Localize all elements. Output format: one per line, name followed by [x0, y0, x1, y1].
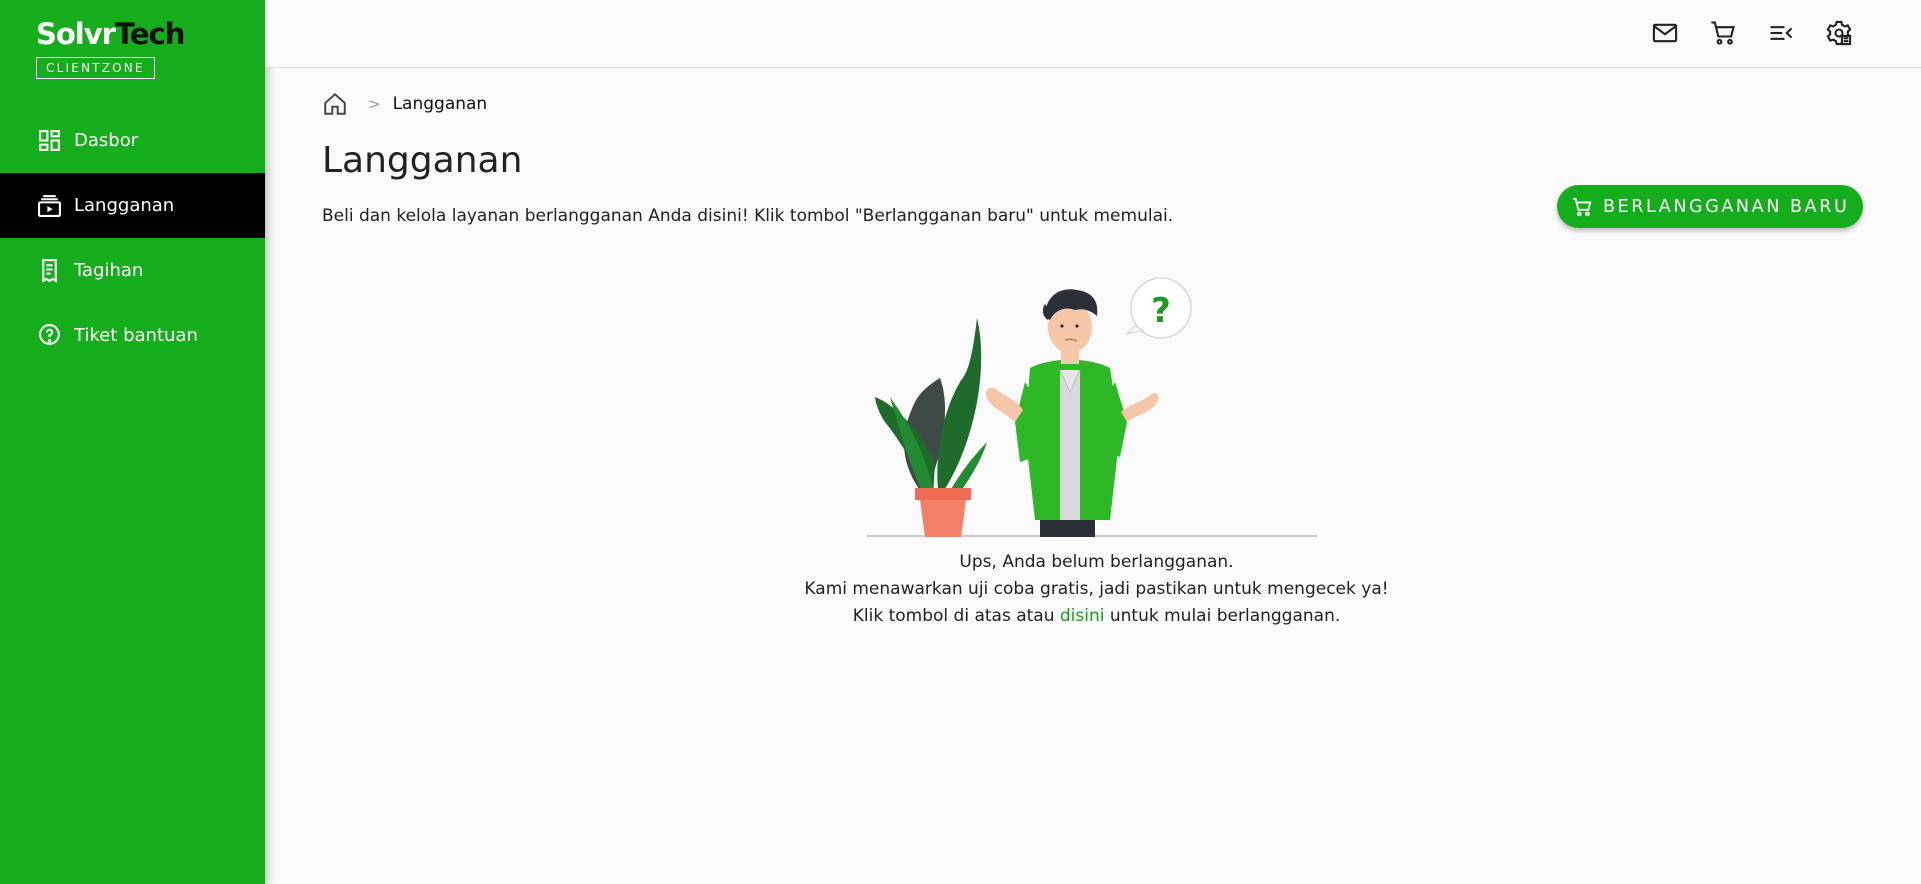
page-description: Beli dan kelola layanan berlangganan And… [322, 206, 1174, 226]
sidebar-nav: Dasbor Langganan Tagihan Tiket bantuan [0, 108, 265, 368]
dashboard-icon [37, 128, 62, 153]
empty-state-line3-suffix: untuk mulai berlangganan. [1104, 606, 1341, 626]
subscribe-here-link[interactable]: disini [1060, 606, 1105, 626]
breadcrumb-separator: > [368, 95, 381, 113]
new-subscription-button[interactable]: BERLANGGANAN BARU [1557, 185, 1863, 228]
home-icon[interactable] [322, 91, 348, 117]
empty-state-line3: Klik tombol di atas atau disini untuk mu… [640, 603, 1553, 630]
top-bar [265, 0, 1921, 68]
page-title: Langganan [322, 140, 523, 181]
empty-state-illustration: ? [865, 272, 1317, 542]
breadcrumb: > Langganan [322, 91, 487, 117]
cart-icon[interactable] [1709, 19, 1737, 47]
svg-text:?: ? [1151, 291, 1171, 331]
empty-state-line1: Ups, Anda belum berlangganan. [959, 552, 1234, 572]
menu-collapse-icon[interactable] [1767, 19, 1795, 47]
empty-state-message: Ups, Anda belum berlangganan. Kami menaw… [640, 549, 1553, 630]
sidebar-item-tiket-bantuan[interactable]: Tiket bantuan [0, 303, 265, 368]
mail-icon[interactable] [1651, 19, 1679, 47]
brand-subtitle: CLIENTZONE [36, 57, 155, 79]
settings-icon[interactable] [1825, 19, 1853, 47]
breadcrumb-current: Langganan [392, 94, 488, 114]
sidebar-item-label: Langganan [74, 195, 175, 216]
brand-name-part2: Tech [114, 17, 185, 51]
cart-icon [1571, 196, 1593, 218]
sidebar-item-label: Tagihan [74, 260, 144, 281]
sidebar-item-label: Tiket bantuan [74, 325, 198, 346]
brand-logo[interactable]: SolvrTech CLIENTZONE [36, 17, 185, 79]
brand-name-part1: Solvr [36, 17, 116, 51]
sidebar-item-dasbor[interactable]: Dasbor [0, 108, 265, 173]
top-bar-actions [1651, 19, 1853, 47]
new-subscription-button-label: BERLANGGANAN BARU [1603, 196, 1850, 217]
sidebar-item-langganan[interactable]: Langganan [0, 173, 265, 238]
subscriptions-icon [37, 193, 62, 218]
sidebar: SolvrTech CLIENTZONE Dasbor Langganan Ta… [0, 0, 265, 884]
help-icon [37, 323, 62, 348]
empty-state-line2: Kami menawarkan uji coba gratis, jadi pa… [804, 579, 1389, 599]
empty-state-line3-prefix: Klik tombol di atas atau [852, 606, 1060, 626]
receipt-icon [37, 258, 62, 283]
brand-name: SolvrTech [36, 17, 185, 51]
sidebar-item-label: Dasbor [74, 130, 139, 151]
sidebar-item-tagihan[interactable]: Tagihan [0, 238, 265, 303]
